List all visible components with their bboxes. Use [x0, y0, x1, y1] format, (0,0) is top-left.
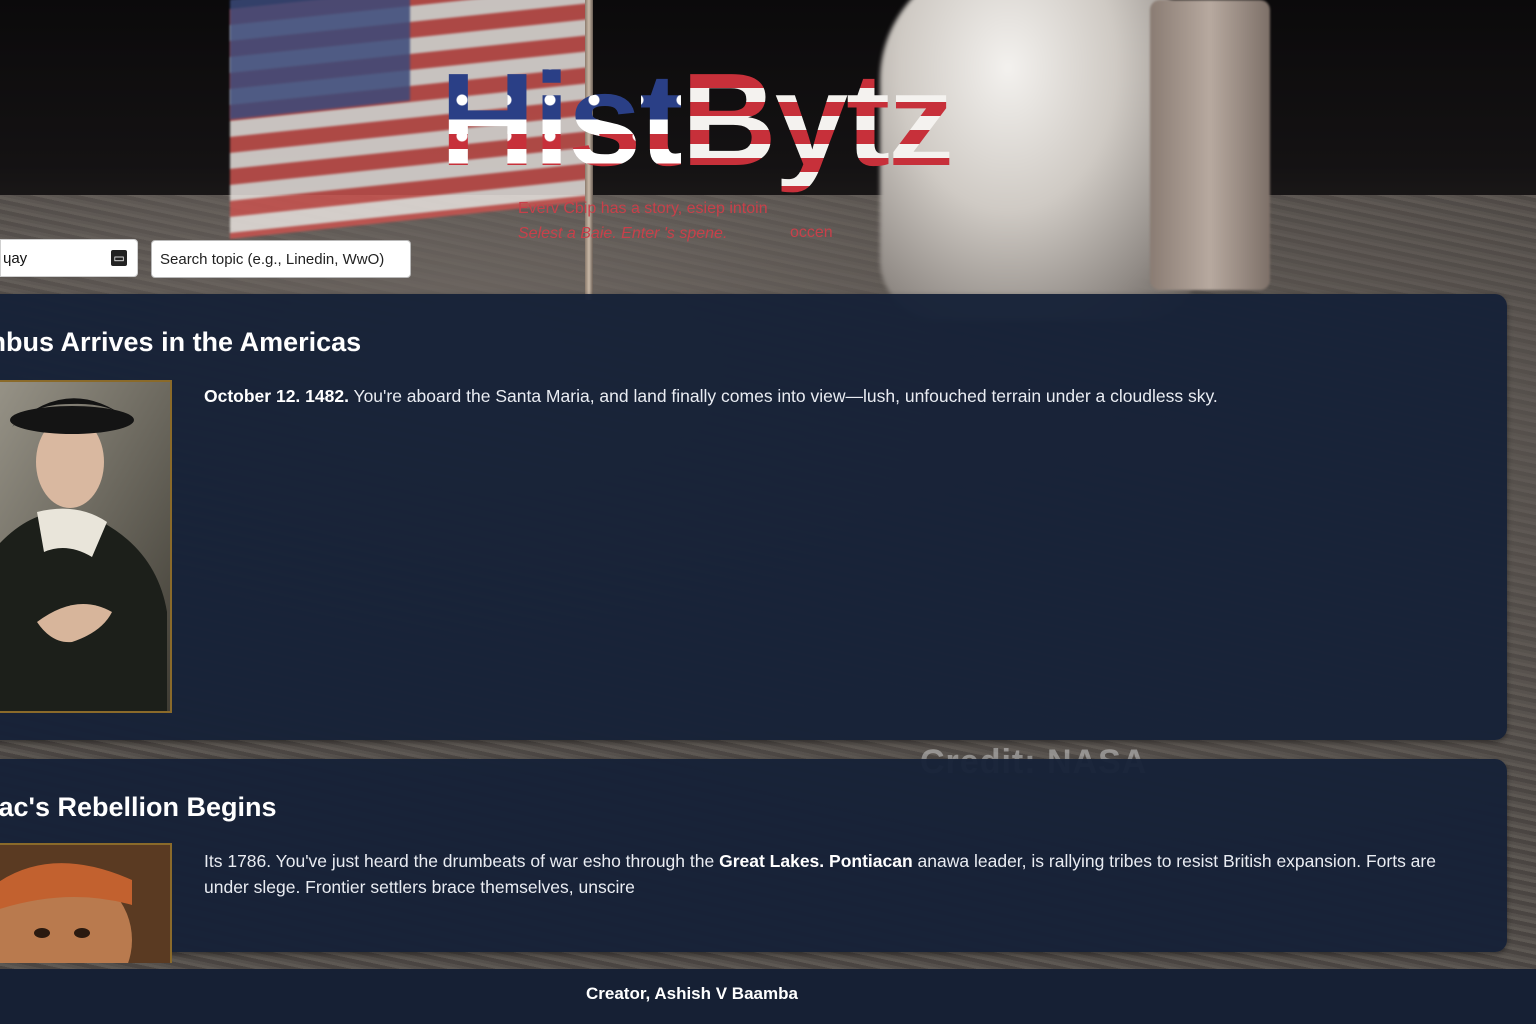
- history-card: tiac's Rebellion Begins Its 1786. You've…: [0, 759, 1507, 963]
- logo-part-2: Bytz: [681, 46, 954, 193]
- app-logo: HistBytz: [440, 40, 960, 200]
- topic-search-input[interactable]: [151, 240, 411, 278]
- background-astronaut-backpack: [1150, 0, 1270, 290]
- calendar-icon[interactable]: ▭: [111, 250, 127, 266]
- card-body: October 12. 1482. You're aboard the Sant…: [204, 383, 1477, 409]
- tagline-line-1: Everv Cbip has a story, esiep intoin: [518, 200, 768, 217]
- logo-part-1: Hist: [440, 46, 682, 193]
- card-body: Its 1786. You've just heard the drumbeat…: [204, 848, 1477, 900]
- card-bold-person: Pontiacan: [829, 851, 913, 871]
- card-bold-place: Great Lakes.: [719, 851, 825, 871]
- tagline-line-2: Selest a Baie. Enter 's spene.: [518, 225, 728, 242]
- pontiac-portrait: [0, 843, 172, 963]
- card-text-start: Its 1786. You've just heard the drumbeat…: [204, 851, 715, 871]
- footer: Creator, Ashish V Baamba: [0, 969, 1536, 1024]
- card-date: October 12. 1482.: [204, 386, 349, 406]
- background-flag-canton: [230, 0, 410, 120]
- card-title: mbus Arrives in the Americas: [0, 327, 362, 357]
- date-input[interactable]: ɥay ▭: [0, 239, 138, 277]
- date-input-value: ɥay: [3, 250, 28, 267]
- card-title: tiac's Rebellion Begins: [0, 792, 277, 822]
- tagline-extra: occen: [790, 224, 833, 241]
- card-text: You're aboard the Santa Maria, and land …: [353, 386, 1218, 406]
- history-card: mbus Arrives in the Americas October 12.…: [0, 294, 1507, 740]
- footer-credit: Creator, Ashish V Baamba: [586, 984, 798, 1003]
- columbus-portrait: [0, 380, 172, 713]
